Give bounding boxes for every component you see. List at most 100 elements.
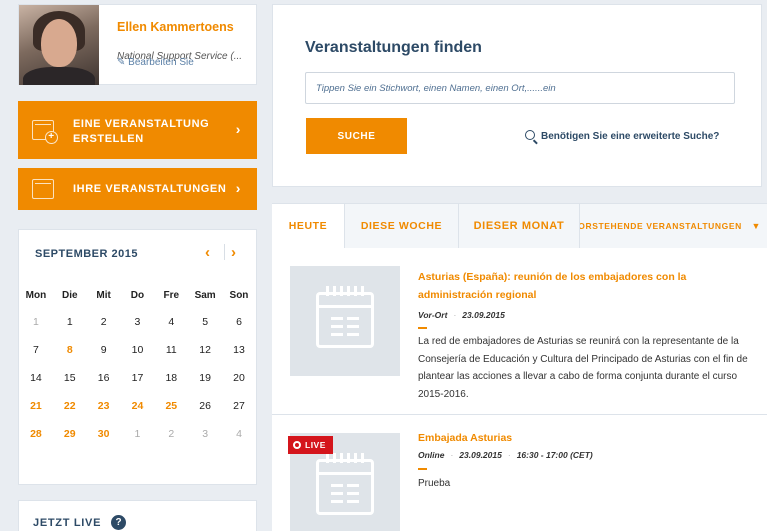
calendar-day[interactable]: 27 [222, 392, 256, 420]
advanced-search-link[interactable]: Benötigen Sie eine erweiterte Suche? [525, 130, 719, 142]
my-events-button[interactable]: IHRE VERANSTALTUNGEN › [18, 168, 257, 210]
create-event-label: EINE VERANSTALTUNG ERSTELLEN [73, 118, 210, 145]
calendar-day[interactable]: 12 [188, 336, 222, 364]
chevron-right-icon: › [235, 180, 241, 196]
calendar-day[interactable]: 2 [87, 308, 121, 336]
calendar-day[interactable]: 25 [154, 392, 188, 420]
avatar-shoulder [23, 67, 95, 85]
calendar-day[interactable]: 16 [87, 364, 121, 392]
calendar-day[interactable]: 7 [19, 336, 53, 364]
live-badge: LIVE [288, 436, 333, 454]
calendar-day[interactable]: 1 [121, 420, 155, 448]
calendar-grid: Mon Die Mit Do Fre Sam Son 1 1 2 3 4 5 6 7 8 9 10 1… [19, 284, 256, 448]
calendar-day[interactable]: 14 [19, 364, 53, 392]
calendar-day[interactable]: 23 [87, 392, 121, 420]
weekday-label: Do [130, 290, 145, 301]
profile-edit-label: Bearbeiten Sie [128, 57, 194, 68]
calendar-day[interactable]: 8 [53, 336, 87, 364]
create-event-button[interactable]: + EINE VERANSTALTUNG ERSTELLEN › [18, 101, 257, 159]
advanced-search-label: Benötigen Sie eine erweiterte Suche? [541, 131, 720, 142]
calendar-day[interactable]: 24 [121, 392, 155, 420]
calendar-week-row: 7 8 9 10 11 12 13 [19, 336, 256, 364]
calendar-day[interactable]: 19 [188, 364, 222, 392]
my-events-label: IHRE VERANSTALTUNGEN [73, 183, 227, 195]
calendar-week-row: 28 29 30 1 2 3 4 [19, 420, 256, 448]
tab-this-week[interactable]: DIESE WOCHE [345, 204, 459, 248]
search-input[interactable] [305, 72, 735, 104]
help-icon[interactable]: ? [111, 515, 126, 530]
calendar-day[interactable]: 3 [188, 420, 222, 448]
calendar-next-button[interactable]: › [231, 244, 236, 261]
calendar-day[interactable]: 22 [53, 392, 87, 420]
calendar-nav-divider [224, 244, 225, 260]
calendar-day[interactable]: 20 [222, 364, 256, 392]
event-card[interactable]: LIVE Embajada Asturias Online · 23.09.2015… [272, 415, 767, 531]
accent-dash [418, 468, 427, 470]
event-title[interactable]: Asturias (España): reunión de los embaja… [418, 268, 738, 304]
calendar-icon [32, 179, 54, 199]
calendar-day[interactable]: 17 [121, 364, 155, 392]
live-badge-label: LIVE [305, 440, 326, 450]
event-description: Prueba [418, 478, 451, 489]
event-title[interactable]: Embajada Asturias [418, 429, 738, 447]
edit-icon: ✎ [117, 57, 126, 68]
calendar-prev-button[interactable]: ‹ [205, 244, 210, 261]
search-title: Veranstaltungen finden [305, 39, 482, 56]
chevron-right-icon: › [235, 121, 241, 137]
plus-icon: + [45, 131, 58, 144]
calendar-day[interactable]: 3 [121, 308, 155, 336]
tab-upcoming[interactable]: VORSTEHENDE VERANSTALTUNGEN ▼ [580, 204, 767, 248]
events-panel: HEUTE DIESE WOCHE DIESER MONAT VORSTEHEN… [272, 203, 767, 531]
tab-upcoming-label: VORSTEHENDE VERANSTALTUNGEN [580, 221, 742, 231]
event-date: 23.09.2015 [459, 450, 502, 460]
calendar-day[interactable]: 29 [53, 420, 87, 448]
search-panel: Veranstaltungen finden SUCHE Benötigen S… [272, 4, 762, 187]
calendar-day[interactable]: 18 [154, 364, 188, 392]
calendar-week-row: 1123456 [19, 308, 256, 336]
calendar-day[interactable]: 10 [121, 336, 155, 364]
calendar-day[interactable]: 4 [154, 308, 188, 336]
meta-separator: · [507, 450, 511, 460]
calendar-placeholder-icon [316, 459, 374, 515]
calendar-day[interactable]: 5 [188, 308, 222, 336]
event-meta: Vor-Ort · 23.09.2015 [418, 310, 505, 320]
mini-calendar: SEPTEMBER 2015 ‹ › Mon Die Mit Do Fre Sa… [18, 229, 257, 485]
calendar-day[interactable]: 9 [87, 336, 121, 364]
live-now-title: JETZT LIVE [33, 517, 102, 529]
calendar-day[interactable]: 2 [154, 420, 188, 448]
search-button[interactable]: SUCHE [306, 118, 407, 154]
calendar-day[interactable]: 6 [222, 308, 256, 336]
calendar-day[interactable]: 13 [222, 336, 256, 364]
calendar-day[interactable]: 1 [53, 308, 87, 336]
calendar-day[interactable]: 26 [188, 392, 222, 420]
calendar-day[interactable]: 4 [222, 420, 256, 448]
event-meta: Online · 23.09.2015 · 16:30 - 17:00 (CET) [418, 450, 593, 460]
event-mode: Vor-Ort [418, 310, 448, 320]
avatar-face [41, 19, 77, 67]
tab-this-month[interactable]: DIESER MONAT [459, 204, 580, 248]
weekday-label: Son [229, 290, 249, 301]
event-card[interactable]: Asturias (España): reunión de los embaja… [272, 248, 767, 415]
profile-name[interactable]: Ellen Kammertoens [117, 21, 247, 34]
live-now-panel: JETZT LIVE ? [18, 500, 257, 531]
meta-separator: · [450, 450, 454, 460]
calendar-day[interactable]: 1 [19, 308, 53, 336]
weekday-label: Mit [96, 290, 111, 301]
calendar-day[interactable]: 21 [19, 392, 53, 420]
accent-dash [418, 327, 427, 329]
event-mode: Online [418, 450, 445, 460]
weekday-label: Fre [163, 290, 180, 301]
profile-edit-link[interactable]: ✎ Bearbeiten Sie [117, 57, 194, 68]
calendar-day[interactable]: 30 [87, 420, 121, 448]
weekday-label: Die [61, 290, 78, 301]
search-icon [525, 130, 535, 140]
event-date: 23.09.2015 [462, 310, 505, 320]
calendar-day[interactable]: 15 [53, 364, 87, 392]
avatar[interactable] [19, 5, 99, 85]
calendar-day[interactable]: 11 [154, 336, 188, 364]
event-time: 16:30 - 17:00 (CET) [516, 450, 593, 460]
tab-today[interactable]: HEUTE [272, 204, 345, 249]
calendar-day[interactable]: 28 [19, 420, 53, 448]
calendar-week-row: 14 15 16 17 18 19 20 [19, 364, 256, 392]
event-tabs: HEUTE DIESE WOCHE DIESER MONAT VORSTEHEN… [272, 204, 767, 249]
